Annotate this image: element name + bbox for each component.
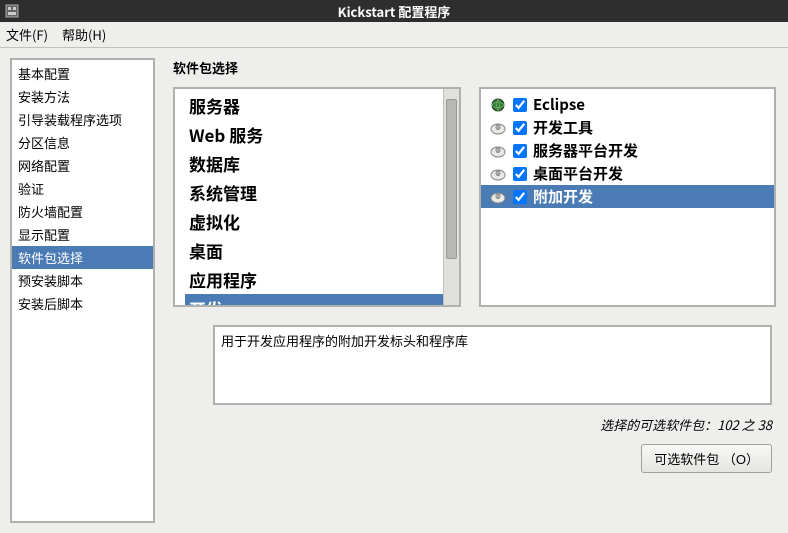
package-checkbox-3[interactable]: [513, 167, 527, 181]
package-label: 服务器平台开发: [533, 140, 638, 161]
sidebar-item-4[interactable]: 网络配置: [12, 154, 153, 177]
category-item-1[interactable]: Web 服务: [185, 120, 459, 149]
content: 基本配置安装方法引导装载程序选项分区信息网络配置验证防火墙配置显示配置软件包选择…: [0, 48, 788, 533]
sidebar-item-3[interactable]: 分区信息: [12, 131, 153, 154]
description-box: 用于开发应用程序的附加开发标头和程序库: [213, 325, 772, 405]
mouse-icon: [489, 120, 507, 136]
menubar: 文件(F) 帮助(H): [0, 22, 788, 48]
package-row-4[interactable]: 附加开发: [481, 185, 774, 208]
sidebar-item-10[interactable]: 安装后脚本: [12, 292, 153, 315]
package-checkbox-4[interactable]: [513, 190, 527, 204]
sidebar-item-5[interactable]: 验证: [12, 177, 153, 200]
section-title: 软件包选择: [173, 58, 776, 77]
package-label: 附加开发: [533, 186, 593, 207]
sidebar: 基本配置安装方法引导装载程序选项分区信息网络配置验证防火墙配置显示配置软件包选择…: [10, 58, 155, 523]
category-item-3[interactable]: 系统管理: [185, 178, 459, 207]
menu-file[interactable]: 文件(F): [6, 25, 48, 44]
category-item-5[interactable]: 桌面: [185, 236, 459, 265]
package-row-3[interactable]: 桌面平台开发: [481, 162, 774, 185]
sidebar-item-1[interactable]: 安装方法: [12, 85, 153, 108]
sidebar-item-0[interactable]: 基本配置: [12, 62, 153, 85]
category-item-7[interactable]: 开发: [185, 294, 443, 307]
mouse-icon: [489, 189, 507, 205]
globe-icon: [489, 97, 507, 113]
package-row-2[interactable]: 服务器平台开发: [481, 139, 774, 162]
package-checkbox-2[interactable]: [513, 144, 527, 158]
sidebar-item-6[interactable]: 防火墙配置: [12, 200, 153, 223]
package-label: 桌面平台开发: [533, 163, 623, 184]
category-item-6[interactable]: 应用程序: [185, 265, 459, 294]
package-row-0[interactable]: Eclipse: [481, 93, 774, 116]
package-pane: Eclipse开发工具服务器平台开发桌面平台开发附加开发: [479, 87, 776, 307]
package-checkbox-0[interactable]: [513, 98, 527, 112]
mouse-icon: [489, 166, 507, 182]
category-scrollbar[interactable]: [443, 89, 459, 305]
sidebar-item-2[interactable]: 引导装载程序选项: [12, 108, 153, 131]
package-row-1[interactable]: 开发工具: [481, 116, 774, 139]
package-label: 开发工具: [533, 117, 593, 138]
sidebar-item-8[interactable]: 软件包选择: [12, 246, 153, 269]
category-item-0[interactable]: 服务器: [185, 91, 459, 120]
optional-packages-button[interactable]: 可选软件包 （O）: [641, 444, 772, 473]
main-panel: 软件包选择 服务器Web 服务数据库系统管理虚拟化桌面应用程序开发语言支持 Ec…: [155, 48, 788, 533]
scrollbar-thumb[interactable]: [446, 99, 457, 259]
window-title: Kickstart 配置程序: [338, 2, 451, 21]
category-pane: 服务器Web 服务数据库系统管理虚拟化桌面应用程序开发语言支持: [173, 87, 461, 307]
sidebar-item-7[interactable]: 显示配置: [12, 223, 153, 246]
category-item-4[interactable]: 虚拟化: [185, 207, 459, 236]
titlebar: Kickstart 配置程序: [0, 0, 788, 22]
sidebar-item-9[interactable]: 预安装脚本: [12, 269, 153, 292]
app-icon: [4, 3, 20, 19]
package-checkbox-1[interactable]: [513, 121, 527, 135]
mouse-icon: [489, 143, 507, 159]
status-text: 选择的可选软件包：102 之 38: [600, 415, 772, 434]
package-label: Eclipse: [533, 94, 585, 115]
menu-help[interactable]: 帮助(H): [62, 25, 106, 44]
category-item-2[interactable]: 数据库: [185, 149, 459, 178]
